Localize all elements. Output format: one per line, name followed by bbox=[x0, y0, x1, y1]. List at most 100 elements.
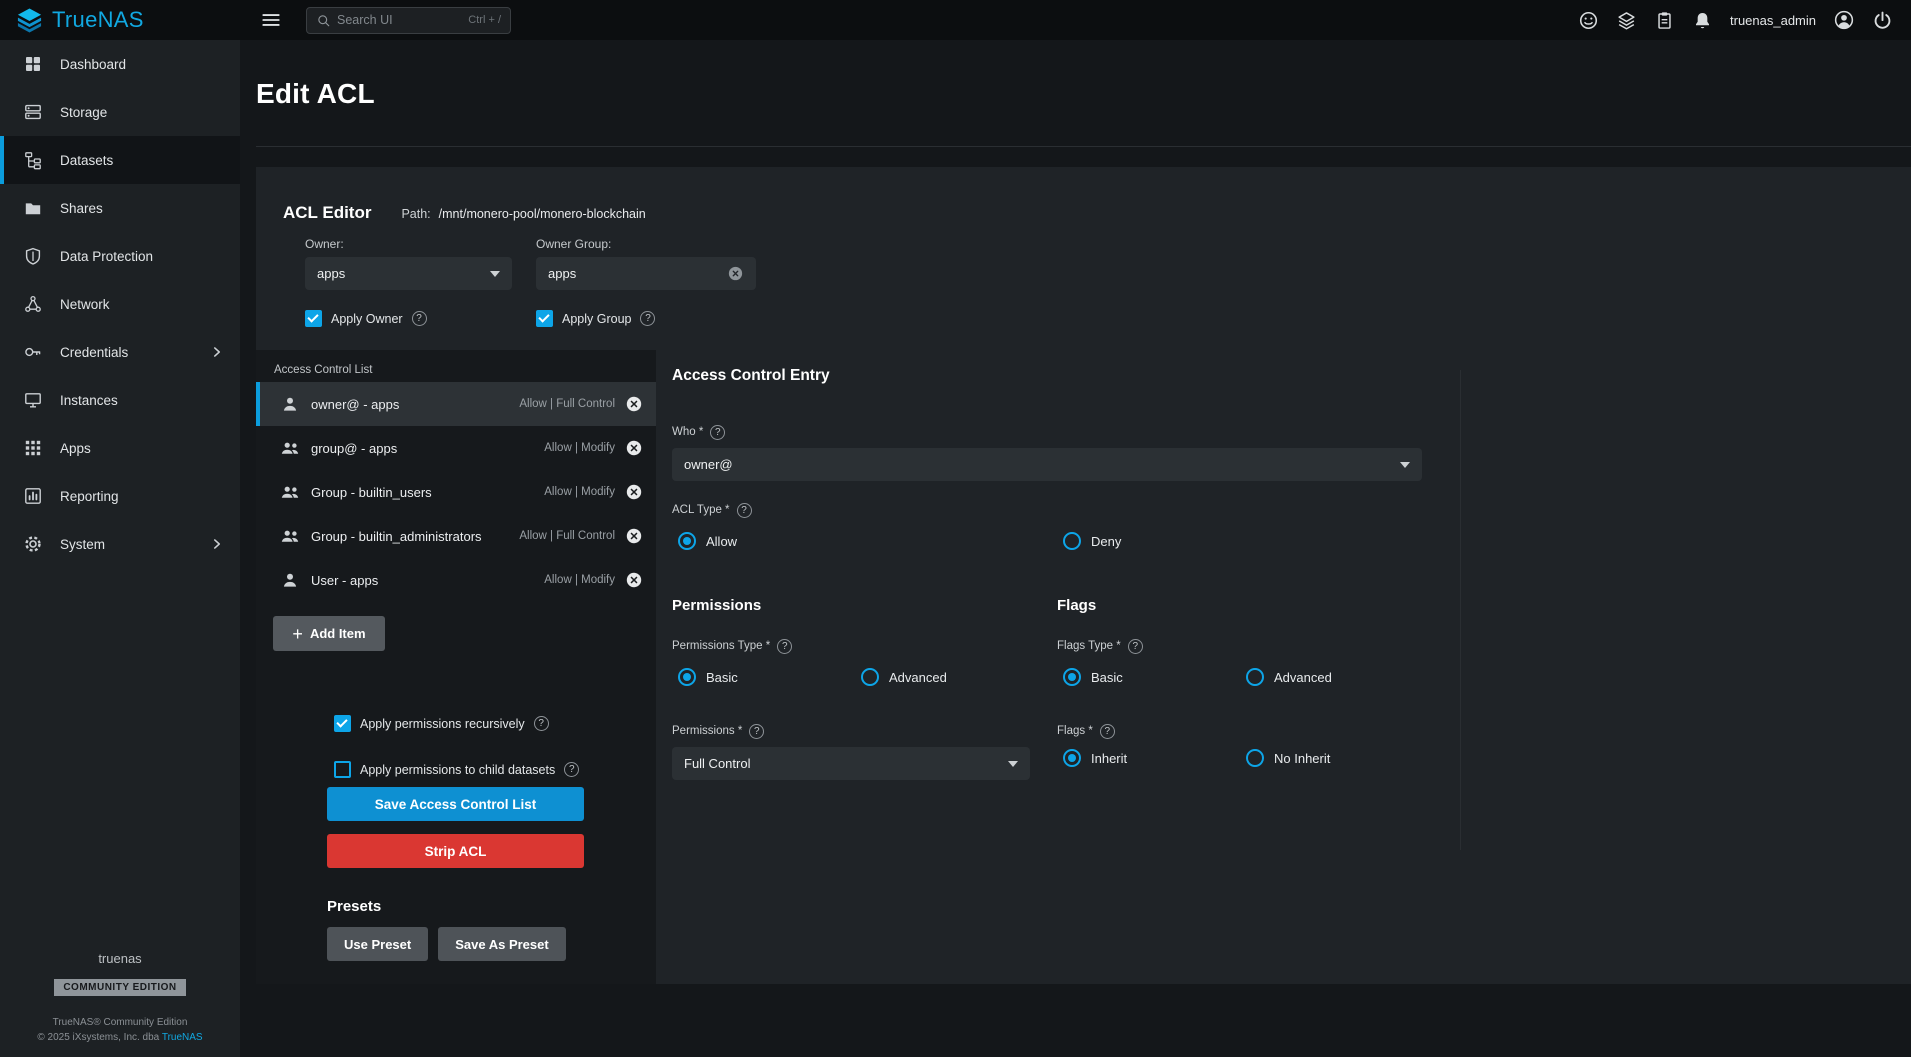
chevron-down-icon bbox=[1400, 462, 1410, 468]
sidebar-item-label: Datasets bbox=[60, 153, 113, 168]
acl-editor-card: ACL Editor Path: /mnt/monero-pool/monero… bbox=[256, 167, 1911, 984]
who-select[interactable]: owner@ bbox=[672, 448, 1422, 481]
owner-select[interactable]: apps bbox=[305, 257, 512, 290]
use-preset-button[interactable]: Use Preset bbox=[327, 927, 428, 961]
acl-entry-permission: Allow | Modify bbox=[544, 442, 615, 454]
copyright-brand-link[interactable]: TrueNAS bbox=[162, 1032, 203, 1043]
chevron-right-icon bbox=[208, 343, 226, 361]
radio-advanced bbox=[861, 668, 879, 686]
feedback-icon[interactable] bbox=[1578, 10, 1599, 31]
sidebar-footer: truenas COMMUNITY EDITION TrueNAS® Commu… bbox=[0, 951, 240, 1057]
acl-entry-row[interactable]: owner@ - apps Allow | Full Control bbox=[256, 382, 656, 426]
flags-radio-group: Inherit No Inherit bbox=[1057, 749, 1332, 767]
sidebar-item-shares[interactable]: Shares bbox=[0, 184, 240, 232]
help-icon[interactable] bbox=[710, 425, 725, 440]
clear-icon[interactable] bbox=[727, 265, 744, 282]
username[interactable]: truenas_admin bbox=[1730, 13, 1816, 28]
jobs-icon[interactable] bbox=[1616, 10, 1637, 31]
acl-entry-name: User - apps bbox=[311, 573, 378, 588]
apply-child-datasets-checkbox[interactable] bbox=[334, 761, 351, 778]
help-icon[interactable] bbox=[640, 311, 655, 326]
sidebar-item-label: System bbox=[60, 537, 105, 552]
tasks-icon[interactable] bbox=[1654, 10, 1675, 31]
help-icon[interactable] bbox=[534, 716, 549, 731]
acl-type-allow-option[interactable]: Allow bbox=[672, 532, 1057, 550]
sidebar-item-storage[interactable]: Storage bbox=[0, 88, 240, 136]
power-icon[interactable] bbox=[1872, 10, 1893, 31]
menu-icon[interactable] bbox=[260, 9, 282, 31]
search-input[interactable] bbox=[337, 13, 462, 27]
user-icon[interactable] bbox=[1833, 9, 1855, 31]
sidebar-item-reporting[interactable]: Reporting bbox=[0, 472, 240, 520]
acl-entry-row[interactable]: Group - builtin_administrators Allow | F… bbox=[256, 514, 656, 558]
add-item-button[interactable]: Add Item bbox=[273, 616, 385, 651]
remove-entry-icon[interactable] bbox=[625, 483, 643, 501]
strip-acl-button[interactable]: Strip ACL bbox=[327, 834, 584, 868]
help-icon[interactable] bbox=[1100, 724, 1115, 739]
acl-list: owner@ - apps Allow | Full Control group… bbox=[256, 382, 656, 602]
sidebar-item-system[interactable]: System bbox=[0, 520, 240, 568]
flags-inherit-option[interactable]: Inherit bbox=[1057, 749, 1240, 767]
sidebar-item-network[interactable]: Network bbox=[0, 280, 240, 328]
flags-type-advanced-option[interactable]: Advanced bbox=[1240, 668, 1332, 686]
permissions-type-advanced-option[interactable]: Advanced bbox=[855, 668, 947, 686]
search-shortcut: Ctrl + / bbox=[468, 14, 501, 26]
help-icon[interactable] bbox=[412, 311, 427, 326]
help-icon[interactable] bbox=[564, 762, 579, 777]
apply-recursive-checkbox[interactable] bbox=[334, 715, 351, 732]
radio-advanced bbox=[1246, 668, 1264, 686]
acl-entry-row[interactable]: group@ - apps Allow | Modify bbox=[256, 426, 656, 470]
sidebar-item-label: Credentials bbox=[60, 345, 128, 360]
remove-entry-icon[interactable] bbox=[625, 571, 643, 589]
save-as-preset-button[interactable]: Save As Preset bbox=[438, 927, 565, 961]
acl-entry-name: owner@ - apps bbox=[311, 397, 399, 412]
acl-entry-permission: Allow | Full Control bbox=[519, 398, 615, 410]
permissions-select[interactable]: Full Control bbox=[672, 747, 1030, 780]
remove-entry-icon[interactable] bbox=[625, 395, 643, 413]
apply-owner-checkbox[interactable] bbox=[305, 310, 322, 327]
help-icon[interactable] bbox=[749, 724, 764, 739]
sidebar-item-instances[interactable]: Instances bbox=[0, 376, 240, 424]
sidebar-item-datasets[interactable]: Datasets bbox=[0, 136, 240, 184]
apply-group-label: Apply Group bbox=[562, 312, 631, 326]
people-icon bbox=[280, 438, 300, 458]
owner-group-label: Owner Group: bbox=[536, 237, 756, 251]
search-box[interactable]: Ctrl + / bbox=[306, 7, 511, 34]
owner-group-field bbox=[536, 257, 756, 290]
flags-no-inherit-option[interactable]: No Inherit bbox=[1240, 749, 1330, 767]
sidebar-item-data-protection[interactable]: Data Protection bbox=[0, 232, 240, 280]
radio-no-inherit bbox=[1246, 749, 1264, 767]
remove-entry-icon[interactable] bbox=[625, 527, 643, 545]
permissions-type-basic-option[interactable]: Basic bbox=[672, 668, 855, 686]
apply-group-checkbox[interactable] bbox=[536, 310, 553, 327]
radio-basic bbox=[678, 668, 696, 686]
presets-heading: Presets bbox=[327, 898, 656, 915]
flags-section: Flags Flags Type * Basic bbox=[1057, 596, 1332, 767]
save-acl-button[interactable]: Save Access Control List bbox=[327, 787, 584, 821]
form-divider bbox=[1460, 370, 1461, 850]
remove-entry-icon[interactable] bbox=[625, 439, 643, 457]
shares-icon bbox=[23, 198, 43, 218]
help-icon[interactable] bbox=[737, 503, 752, 518]
radio-basic bbox=[1063, 668, 1081, 686]
sidebar-item-apps[interactable]: Apps bbox=[0, 424, 240, 472]
sidebar-item-label: Network bbox=[60, 297, 110, 312]
owner-group-input[interactable] bbox=[548, 266, 719, 281]
acl-entry-row[interactable]: User - apps Allow | Modify bbox=[256, 558, 656, 602]
flags-type-basic-option[interactable]: Basic bbox=[1057, 668, 1240, 686]
sidebar-item-credentials[interactable]: Credentials bbox=[0, 328, 240, 376]
acl-type-deny-option[interactable]: Deny bbox=[1057, 532, 1121, 550]
help-icon[interactable] bbox=[777, 639, 792, 654]
people-icon bbox=[280, 526, 300, 546]
acl-list-heading: Access Control List bbox=[274, 363, 656, 377]
acl-entry-row[interactable]: Group - builtin_users Allow | Modify bbox=[256, 470, 656, 514]
truenas-logo[interactable]: TrueNAS bbox=[0, 7, 240, 34]
network-icon bbox=[23, 294, 43, 314]
apps-icon bbox=[23, 438, 43, 458]
acl-entry-name: Group - builtin_administrators bbox=[311, 529, 482, 544]
acl-entry-name: group@ - apps bbox=[311, 441, 397, 456]
help-icon[interactable] bbox=[1128, 639, 1143, 654]
alerts-icon[interactable] bbox=[1692, 10, 1713, 31]
permissions-label: Permissions * bbox=[672, 724, 742, 739]
sidebar-item-dashboard[interactable]: Dashboard bbox=[0, 40, 240, 88]
